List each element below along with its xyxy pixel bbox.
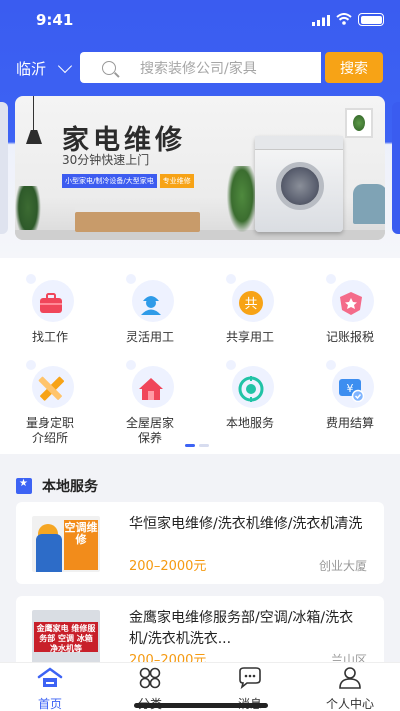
lamp-decoration xyxy=(33,96,34,130)
signal-icon xyxy=(312,15,330,26)
section-header: 本地服务 xyxy=(16,476,98,496)
listing-price: 200–2000元 xyxy=(129,559,207,574)
status-bar: 9:41 xyxy=(0,0,400,40)
payment-icon: ¥ xyxy=(339,379,364,402)
service-item-bookkeeping[interactable]: 记账报税 xyxy=(300,274,400,345)
service-label: 共享用工 xyxy=(225,330,274,344)
svg-text:共: 共 xyxy=(244,297,257,312)
home-icon xyxy=(37,667,63,687)
message-icon xyxy=(239,667,261,690)
service-label: 找工作 xyxy=(31,330,68,344)
thumbnail-sign-text: 金鹰家电 维修服务部 空调 冰箱 净水机等 xyxy=(34,622,98,653)
share-coin-icon: 共 xyxy=(239,291,263,315)
listing-thumbnail: 空调维修 xyxy=(32,516,100,572)
washing-machine-image xyxy=(255,136,343,232)
service-label: 灵活用工 xyxy=(125,330,174,344)
city-selector[interactable]: 临沂 xyxy=(16,58,73,79)
city-name: 临沂 xyxy=(16,60,47,78)
chair-decoration xyxy=(353,184,385,224)
picture-frame-decoration xyxy=(345,108,373,138)
lampshade-decoration xyxy=(26,130,42,144)
listing-thumbnail: 金鹰家电 维修服务部 空调 冰箱 净水机等 xyxy=(32,610,100,666)
section-title: 本地服务 xyxy=(42,479,98,495)
page-dot xyxy=(185,444,195,447)
pencil-ruler-icon xyxy=(38,376,64,401)
service-label: 本地服务 xyxy=(225,416,274,430)
search-button[interactable]: 搜索 xyxy=(325,52,383,83)
service-grid: 找工作 灵活用工 共 共享用工 记账报税 量身定职 介绍所 全屋居家 保养 本地… xyxy=(0,258,400,454)
search-input[interactable]: 搜索装修公司/家具 xyxy=(80,52,321,83)
service-label: 量身定职 介绍所 xyxy=(25,416,74,445)
bookmark-icon xyxy=(16,478,32,494)
promo-banner[interactable]: 家电维修 30分钟快速上门 小型家电/制冷设备/大型家电 专业维修 xyxy=(15,96,385,240)
tab-label: 首页 xyxy=(37,697,62,711)
page-dot xyxy=(199,444,209,447)
service-item-find-job[interactable]: 找工作 xyxy=(0,274,100,345)
service-item-local[interactable]: 本地服务 xyxy=(200,360,300,431)
tab-label: 个人中心 xyxy=(325,697,374,711)
search-placeholder: 搜索装修公司/家具 xyxy=(140,60,257,77)
badge-icon xyxy=(340,292,362,315)
service-item-flexible-work[interactable]: 灵活用工 xyxy=(100,274,200,345)
chevron-down-icon xyxy=(57,58,73,74)
service-item-payment[interactable]: ¥ 费用结算 xyxy=(300,360,400,431)
shelf-decoration xyxy=(75,206,200,232)
listing-location: 创业大厦 xyxy=(318,559,367,573)
house-icon xyxy=(139,378,163,400)
service-label: 费用结算 xyxy=(325,416,374,430)
listing-card[interactable]: 空调维修 华恒家电维修/洗衣机维修/洗衣机清洗 200–2000元 创业大厦 xyxy=(16,502,384,584)
listing-title: 华恒家电维修/洗衣机维修/洗衣机清洗 xyxy=(129,516,363,532)
status-time: 9:41 xyxy=(36,11,74,29)
search-icon xyxy=(102,60,116,75)
service-item-shared-work[interactable]: 共 共享用工 xyxy=(200,274,300,345)
banner-tag: 专业维修 xyxy=(159,174,194,188)
tab-home[interactable]: 首页 xyxy=(0,663,100,711)
home-indicator xyxy=(134,703,268,708)
banner-tags: 小型家电/制冷设备/大型家电 专业维修 xyxy=(62,174,194,188)
tab-profile[interactable]: 个人中心 xyxy=(300,663,400,711)
wifi-icon xyxy=(336,13,352,25)
page-indicator xyxy=(185,444,209,447)
plant-decoration xyxy=(227,166,257,232)
service-label: 全屋居家 保养 xyxy=(125,416,174,445)
profile-icon xyxy=(339,667,361,689)
thumbnail-sign-text: 空调维修 xyxy=(64,520,98,570)
svg-text:¥: ¥ xyxy=(347,382,354,395)
service-label: 记账报税 xyxy=(325,330,374,344)
worker-icon xyxy=(141,296,161,315)
banner-tag: 小型家电/制冷设备/大型家电 xyxy=(62,174,157,188)
banner-prev-peek xyxy=(0,102,8,234)
service-item-home-care[interactable]: 全屋居家 保养 xyxy=(100,360,200,446)
target-icon xyxy=(238,376,264,402)
banner-subtitle: 30分钟快速上门 xyxy=(62,153,150,167)
banner-next-peek xyxy=(392,102,400,234)
category-icon xyxy=(139,667,161,689)
listing-title: 金鹰家电维修服务部/空调/冰箱/洗衣机/洗衣机洗衣... xyxy=(129,610,354,647)
battery-icon xyxy=(358,13,384,26)
briefcase-icon xyxy=(40,293,62,313)
service-item-job-agency[interactable]: 量身定职 介绍所 xyxy=(0,360,100,446)
